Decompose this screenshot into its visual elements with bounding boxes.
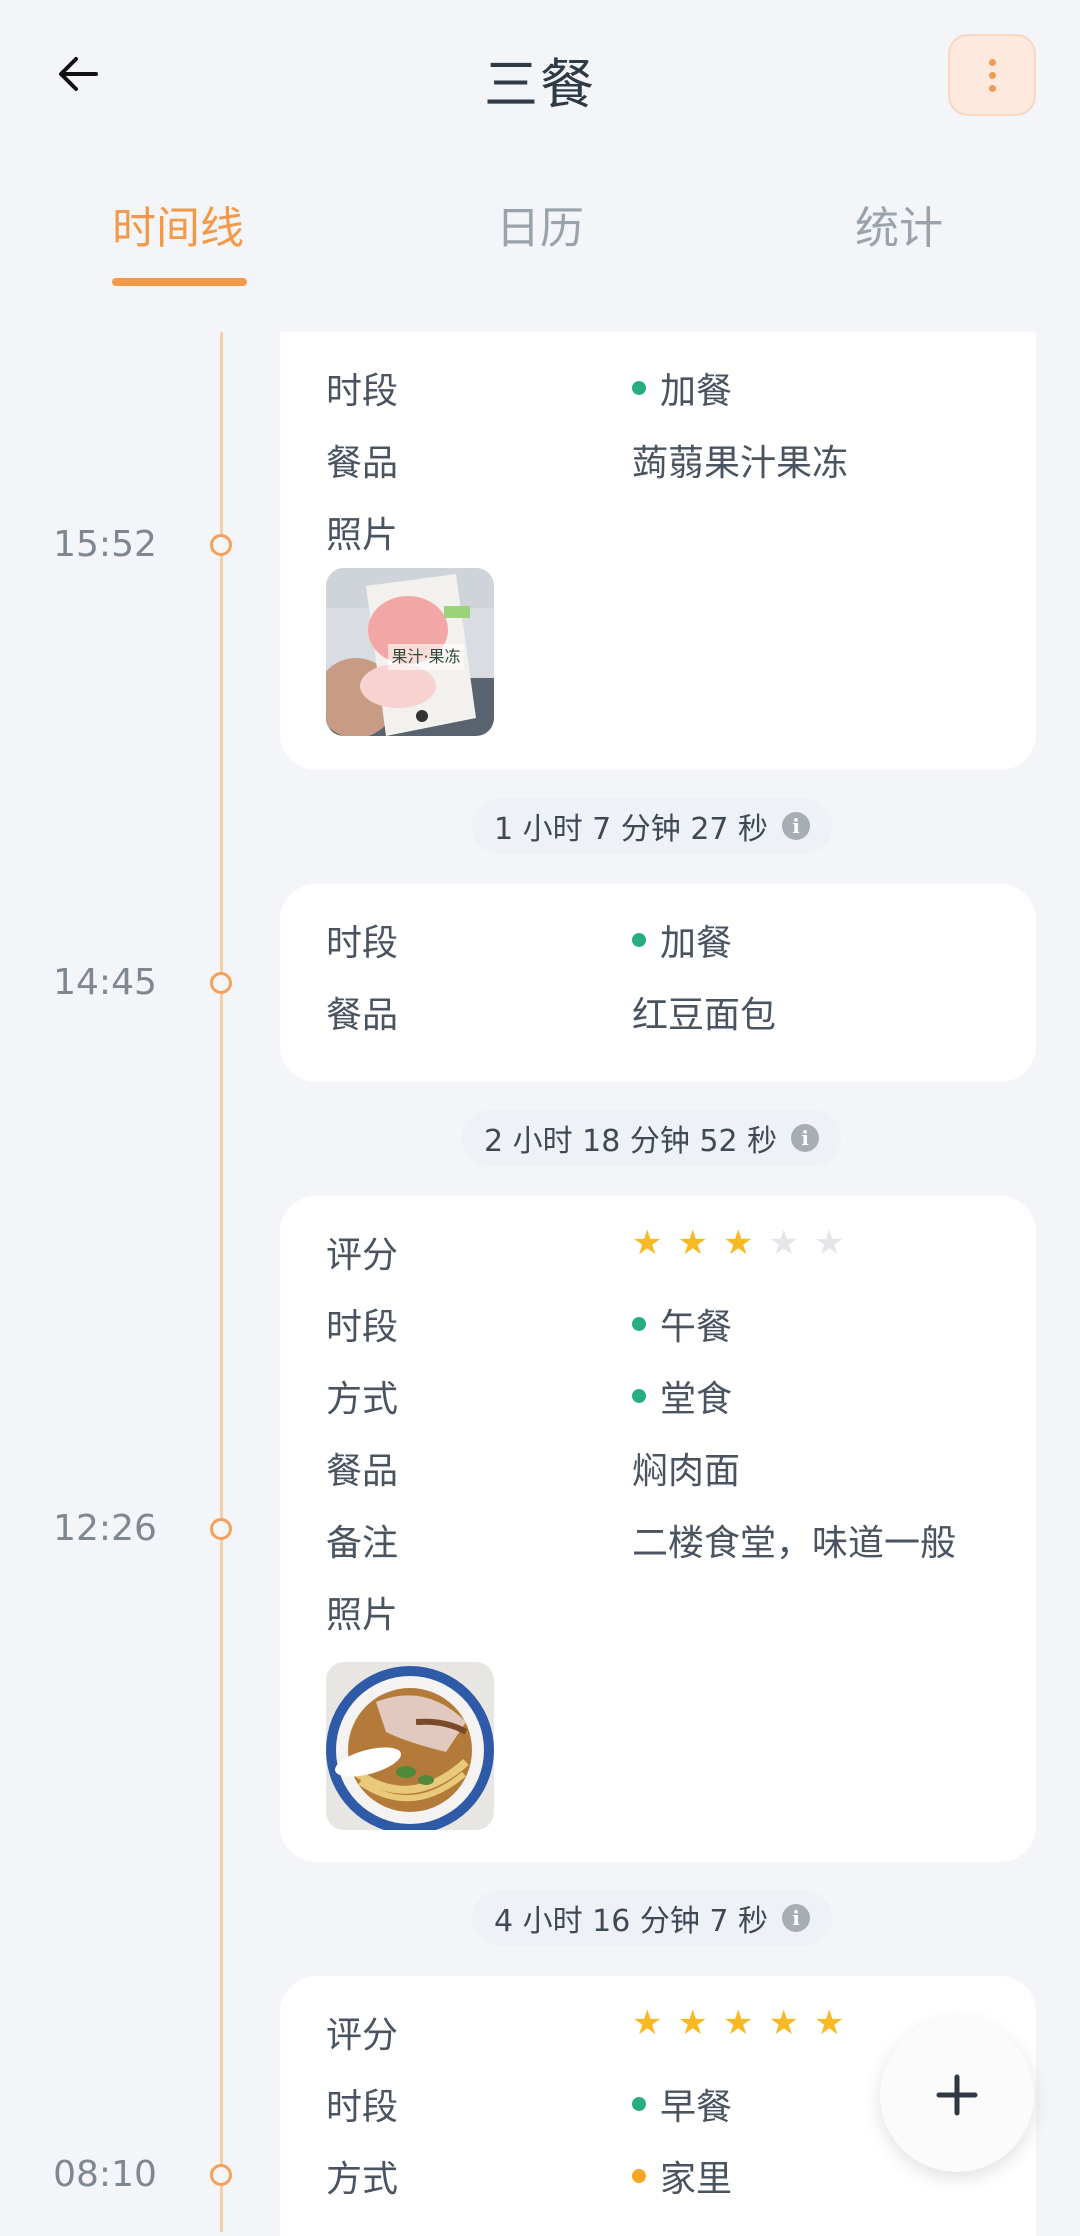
star-icon: ★	[813, 1223, 845, 1263]
star-icon: ★	[813, 2003, 845, 2043]
row-note: 备注 二楼食堂，味道一般	[326, 1508, 1006, 1568]
row-method: 方式 家里	[326, 2144, 1006, 2204]
page-title: 三餐	[484, 53, 596, 116]
jelly-pouch-image: 果汁·果冻	[326, 568, 494, 736]
time-gap-badge[interactable]: 4 小时 16 分钟 7 秒 i	[472, 1890, 833, 1946]
entry-time: 12:26	[53, 1508, 157, 1549]
row-value: 二楼食堂，味道一般	[632, 1523, 957, 1564]
row-period: 时段 加餐	[326, 908, 1006, 968]
timeline-dot	[210, 2164, 232, 2186]
status-dot	[632, 381, 646, 395]
more-vertical-icon	[988, 58, 996, 66]
star-icon: ★	[677, 1223, 708, 1263]
app-header: 三餐	[0, 0, 1080, 150]
row-label: 方式	[326, 1379, 399, 1420]
info-icon[interactable]: i	[791, 1124, 820, 1152]
meal-card[interactable]: 评分 ★ ★ ★ ★ ★ 时段 午餐 方式 堂食 餐品 焖肉面 备注 二楼食堂，…	[280, 1196, 1036, 1862]
row-label: 评分	[326, 1235, 399, 1276]
info-icon[interactable]: i	[782, 812, 811, 840]
row-label: 方式	[326, 2159, 399, 2200]
star-icon: ★	[722, 2003, 754, 2043]
timeline-dot	[210, 1518, 232, 1540]
rating-stars: ★ ★ ★ ★ ★	[632, 1226, 844, 1260]
row-method: 方式 堂食	[326, 1364, 1006, 1424]
time-gap-badge[interactable]: 1 小时 7 分钟 27 秒 i	[472, 798, 833, 854]
time-gap-badge[interactable]: 2 小时 18 分钟 52 秒 i	[462, 1110, 842, 1166]
row-dish: 餐品 红豆面包	[326, 980, 1006, 1040]
active-tab-indicator	[112, 278, 247, 286]
timeline-dot	[210, 534, 232, 556]
gap-text: 2 小时 18 分钟 52 秒	[484, 1124, 778, 1159]
row-label: 时段	[326, 923, 399, 964]
meal-card[interactable]: 时段 加餐 餐品 蒟蒻果汁果冻 照片 果汁·果冻	[280, 332, 1036, 770]
entry-time: 08:10	[53, 2154, 157, 2195]
row-label: 餐品	[326, 1451, 399, 1492]
row-rating: 评分 ★ ★ ★ ★ ★	[326, 1220, 1006, 1280]
row-label: 时段	[326, 2087, 399, 2128]
row-value: 加餐	[660, 923, 733, 964]
tab-timeline[interactable]: 时间线	[58, 192, 298, 256]
row-photo: 照片	[326, 1580, 1006, 1640]
status-dot	[632, 1317, 646, 1331]
gap-text: 1 小时 7 分钟 27 秒	[494, 812, 769, 847]
plus-icon	[936, 2074, 978, 2116]
star-icon: ★	[768, 1223, 799, 1263]
row-value: 家里	[660, 2159, 733, 2200]
star-icon: ★	[677, 2003, 708, 2043]
more-menu-button[interactable]	[948, 34, 1036, 116]
row-dish: 餐品 蒟蒻果汁果冻	[326, 428, 1006, 488]
row-value: 早餐	[660, 2087, 733, 2128]
row-label: 备注	[326, 1523, 399, 1564]
star-icon: ★	[768, 2003, 799, 2043]
row-label: 餐品	[326, 443, 399, 484]
row-label: 餐品	[326, 995, 399, 1036]
row-dish: 餐品 焖肉面	[326, 1436, 1006, 1496]
row-value: 堂食	[660, 1379, 733, 1420]
tab-calendar[interactable]: 日历	[420, 192, 660, 256]
star-icon: ★	[722, 1223, 754, 1263]
row-period: 时段 午餐	[326, 1292, 1006, 1352]
row-label: 时段	[326, 371, 399, 412]
meal-photo[interactable]	[326, 1662, 494, 1830]
row-value: 蒟蒻果汁果冻	[632, 443, 849, 484]
row-label: 照片	[326, 1595, 399, 1636]
star-icon: ★	[632, 2003, 663, 2043]
noodle-bowl-image	[326, 1662, 494, 1830]
entry-time: 14:45	[53, 962, 157, 1003]
entry-time: 15:52	[53, 524, 157, 565]
info-icon[interactable]: i	[782, 1904, 811, 1932]
timeline-line	[220, 332, 223, 2232]
row-value: 加餐	[660, 371, 733, 412]
meal-photo[interactable]: 果汁·果冻	[326, 568, 494, 736]
status-dot	[632, 1389, 646, 1403]
status-dot	[632, 933, 646, 947]
row-value: 焖肉面	[632, 1451, 741, 1492]
tab-statistics[interactable]: 统计	[779, 192, 1019, 256]
rating-stars: ★ ★ ★ ★ ★	[632, 2006, 844, 2040]
status-dot	[632, 2169, 646, 2183]
row-label: 评分	[326, 2015, 399, 2056]
status-dot	[632, 2097, 646, 2111]
tab-bar: 时间线 日历 统计	[0, 180, 1080, 290]
row-value: 午餐	[660, 1307, 733, 1348]
svg-text:果汁·果冻: 果汁·果冻	[391, 647, 460, 666]
row-label: 照片	[326, 515, 399, 556]
star-icon: ★	[632, 1223, 663, 1263]
gap-text: 4 小时 16 分钟 7 秒	[494, 1904, 769, 1939]
add-meal-button[interactable]	[880, 2018, 1034, 2172]
row-label: 时段	[326, 1307, 399, 1348]
row-photo: 照片	[326, 500, 1006, 560]
row-period: 时段 加餐	[326, 356, 1006, 416]
meal-card[interactable]: 时段 加餐 餐品 红豆面包	[280, 884, 1036, 1082]
row-value: 红豆面包	[632, 995, 777, 1036]
timeline-dot	[210, 972, 232, 994]
